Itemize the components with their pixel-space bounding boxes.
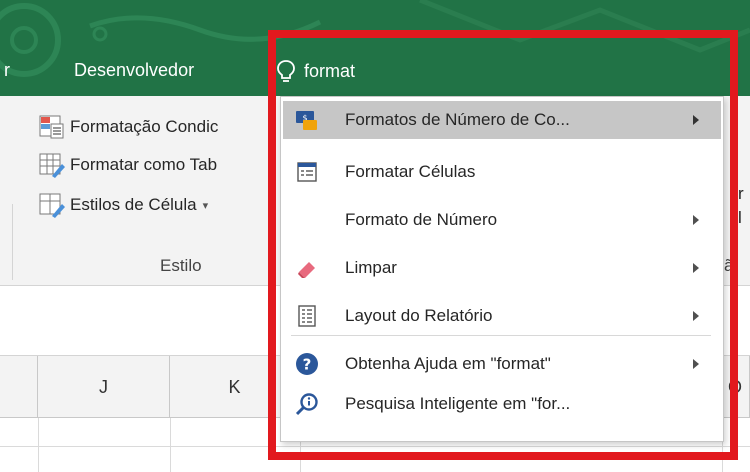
ribbon-fragment-r: r xyxy=(738,184,744,203)
chevron-down-icon: ▾ xyxy=(202,199,209,212)
ribbon-fragment-group: ã xyxy=(724,256,734,275)
cell-styles-label: Estilos de Célula xyxy=(70,195,197,214)
search-results-dropdown: $ Formatos de Número de Co... Formatar C… xyxy=(280,96,724,442)
column-header-j[interactable]: J xyxy=(38,356,170,418)
menu-item-number-format[interactable]: Formato de Número xyxy=(283,201,721,239)
grid-line xyxy=(0,446,750,447)
menu-item-label: Layout do Relatório xyxy=(345,306,493,325)
format-as-table-button[interactable]: Formatar como Tab xyxy=(38,152,217,178)
submenu-arrow-icon xyxy=(693,311,699,321)
styles-group-label: Estilo xyxy=(160,256,202,275)
menu-item-label: Pesquisa Inteligente em "for... xyxy=(345,394,571,413)
column-header-prev[interactable] xyxy=(0,356,38,418)
menu-item-format-cells[interactable]: Formatar Células xyxy=(283,153,721,191)
help-icon: ? xyxy=(296,353,318,375)
format-as-table-icon xyxy=(39,153,65,178)
menu-item-smart-lookup[interactable]: Pesquisa Inteligente em "for... xyxy=(283,385,721,423)
ribbon-fragment-l: l xyxy=(738,208,742,227)
format-as-table-label: Formatar como Tab xyxy=(70,155,218,174)
eraser-icon xyxy=(298,262,315,278)
menu-item-label: Formato de Número xyxy=(345,210,498,229)
cell-styles-icon xyxy=(39,193,65,218)
submenu-arrow-icon xyxy=(693,359,699,369)
menu-item-number-formats[interactable]: $ Formatos de Número de Co... xyxy=(283,101,721,139)
submenu-arrow-icon xyxy=(693,115,699,125)
tab-developer[interactable]: Desenvolvedor xyxy=(74,60,194,81)
menu-item-clear[interactable]: Limpar xyxy=(283,249,721,287)
grid-line xyxy=(38,418,39,472)
cell-styles-button[interactable]: Estilos de Célula ▾ xyxy=(38,192,208,218)
menu-separator xyxy=(291,335,711,336)
title-tab-strip: r Desenvolvedor format xyxy=(0,0,750,96)
submenu-arrow-icon xyxy=(693,215,699,225)
conditional-formatting-button[interactable]: Formatação Condic xyxy=(38,114,218,140)
grid-line xyxy=(170,418,171,472)
group-separator xyxy=(12,204,13,280)
conditional-formatting-label: Formatação Condic xyxy=(70,117,219,136)
menu-item-label: Formatar Células xyxy=(345,162,476,181)
menu-item-get-help[interactable]: ? Obtenha Ajuda em "format" xyxy=(283,345,721,383)
lightbulb-icon xyxy=(277,60,295,82)
conditional-formatting-icon xyxy=(39,115,64,139)
menu-item-report-layout[interactable]: Layout do Relatório xyxy=(283,297,721,335)
tell-me-search[interactable]: format xyxy=(276,54,355,88)
column-header-o[interactable]: O xyxy=(722,356,750,418)
report-layout-icon xyxy=(298,305,316,327)
format-cells-icon xyxy=(297,162,317,182)
svg-text:?: ? xyxy=(303,356,312,374)
submenu-arrow-icon xyxy=(693,263,699,273)
menu-item-label: Limpar xyxy=(345,258,397,277)
background-pattern xyxy=(0,0,750,77)
search-query[interactable]: format xyxy=(304,61,355,82)
menu-item-label: Formatos de Número de Co... xyxy=(345,110,570,129)
menu-item-label: Obtenha Ajuda em "format" xyxy=(345,354,551,373)
tab-partial[interactable]: r xyxy=(4,60,10,81)
smart-lookup-icon xyxy=(295,393,318,416)
number-format-icon: $ xyxy=(296,111,317,130)
